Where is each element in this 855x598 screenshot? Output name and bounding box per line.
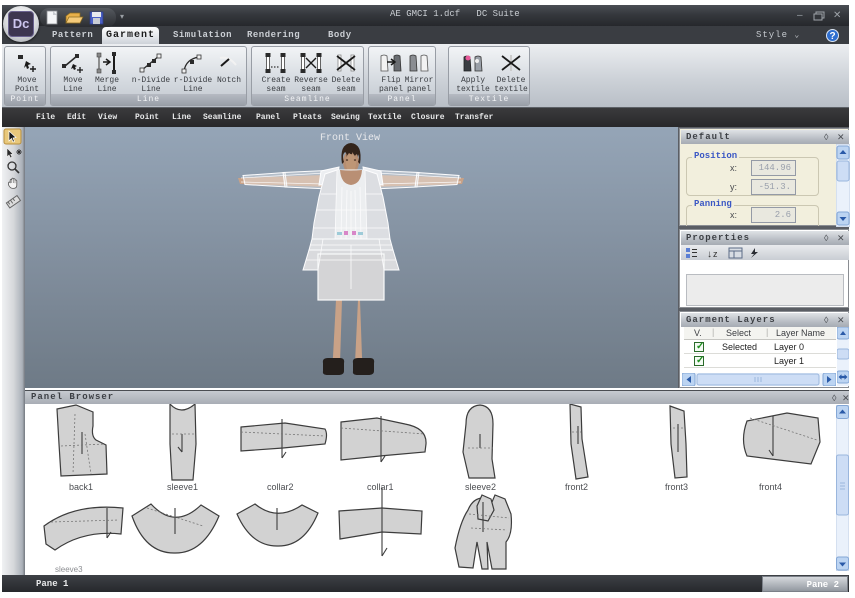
svg-text:sleeve2: sleeve2 bbox=[465, 482, 496, 492]
svg-text:front3: front3 bbox=[665, 482, 688, 492]
svg-text:back1: back1 bbox=[69, 482, 93, 492]
svg-text:sleeve1: sleeve1 bbox=[167, 482, 198, 492]
svg-text:collar1: collar1 bbox=[367, 482, 394, 492]
svg-text:z: z bbox=[713, 249, 718, 259]
svg-text:↓: ↓ bbox=[707, 249, 712, 259]
svg-text:front4: front4 bbox=[759, 482, 782, 492]
svg-text:collar2: collar2 bbox=[267, 482, 294, 492]
svg-text:front2: front2 bbox=[565, 482, 588, 492]
svg-text:sleeve3: sleeve3 bbox=[55, 565, 83, 572]
